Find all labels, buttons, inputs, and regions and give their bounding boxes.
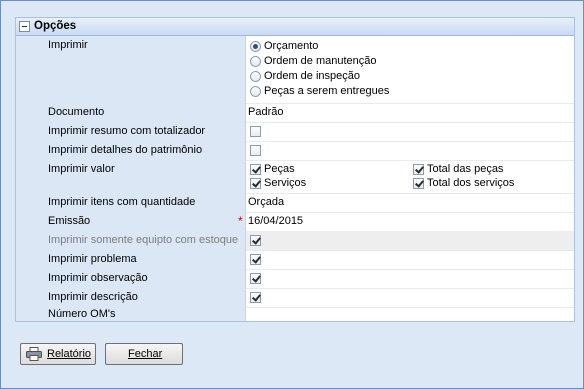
group-title: Opções	[34, 20, 77, 32]
relatorio-button-label: Relatório	[47, 348, 92, 360]
checkbox-resumo[interactable]	[250, 126, 261, 137]
label-itens: Imprimir itens com quantidade	[48, 196, 196, 208]
row-numero-om: Número OM's	[16, 307, 574, 321]
label-emissao: Emissão	[48, 215, 91, 227]
row-imprimir: Imprimir Orçamento Ordem de manutenção O…	[16, 36, 574, 104]
emissao-value: 16/04/2015	[248, 215, 304, 227]
checkbox-detalhes[interactable]	[250, 145, 261, 156]
options-group-header: Opções	[16, 18, 574, 36]
fechar-button[interactable]: Fechar	[105, 343, 183, 365]
radio-ordem-inspecao-label: Ordem de inspeção	[264, 70, 360, 82]
row-estoque: Imprimir somente equipto com estoque	[16, 231, 574, 251]
checkbox-total-pecas[interactable]	[413, 164, 424, 175]
row-documento: Documento Padrão	[16, 103, 574, 123]
checkbox-observacao[interactable]	[250, 273, 261, 284]
label-problema: Imprimir problema	[48, 253, 137, 265]
row-problema: Imprimir problema	[16, 250, 574, 270]
documento-field[interactable]: Padrão	[246, 103, 574, 122]
label-valor: Imprimir valor	[48, 163, 115, 175]
row-valor: Imprimir valor Peças Total das peças Ser…	[16, 160, 574, 194]
radio-ordem-inspecao[interactable]	[250, 71, 261, 82]
radio-ordem-manutencao[interactable]	[250, 56, 261, 67]
fechar-button-label: Fechar	[128, 348, 163, 360]
printer-icon	[26, 347, 42, 361]
radio-pecas-entregues-label: Peças a serem entregues	[264, 85, 390, 97]
label-resumo: Imprimir resumo com totalizador	[48, 125, 206, 137]
label-documento: Documento	[48, 106, 105, 118]
checkbox-pecas[interactable]	[250, 164, 261, 175]
row-emissao: Emissão * 16/04/2015	[16, 212, 574, 232]
checkbox-servicos-label: Serviços	[264, 177, 307, 189]
checkbox-problema[interactable]	[250, 254, 261, 265]
emissao-field[interactable]: * 16/04/2015	[238, 212, 574, 231]
radio-orcamento-label: Orçamento	[264, 40, 319, 52]
collapse-icon[interactable]	[19, 21, 30, 32]
checkbox-servicos[interactable]	[250, 178, 261, 189]
radio-ordem-manutencao-label: Ordem de manutenção	[264, 55, 377, 67]
radio-pecas-entregues[interactable]	[250, 86, 261, 97]
label-numero-om: Número OM's	[48, 308, 116, 320]
label-estoque: Imprimir somente equipto com estoque	[48, 234, 239, 246]
options-panel: Opções Imprimir Orçamento Ordem de manut…	[15, 17, 575, 322]
row-resumo: Imprimir resumo com totalizador	[16, 122, 574, 142]
radio-orcamento[interactable]	[250, 41, 261, 52]
checkbox-total-servicos[interactable]	[413, 178, 424, 189]
row-detalhes: Imprimir detalhes do patrimônio	[16, 141, 574, 161]
checkbox-pecas-label: Peças	[264, 163, 295, 175]
label-detalhes: Imprimir detalhes do patrimônio	[48, 144, 203, 156]
label-observacao: Imprimir observação	[48, 272, 148, 284]
checkbox-total-servicos-label: Total dos serviços	[427, 177, 515, 189]
label-descricao: Imprimir descrição	[48, 291, 138, 303]
itens-field[interactable]: Orçada	[246, 193, 574, 212]
documento-value: Padrão	[248, 106, 284, 118]
checkbox-total-pecas-label: Total das peças	[427, 163, 504, 175]
report-options-window: Opções Imprimir Orçamento Ordem de manut…	[0, 0, 584, 389]
row-itens: Imprimir itens com quantidade Orçada	[16, 193, 574, 213]
itens-value: Orçada	[248, 196, 285, 208]
numero-om-field[interactable]	[246, 307, 574, 321]
required-marker: *	[238, 214, 243, 228]
row-observacao: Imprimir observação	[16, 269, 574, 289]
relatorio-button[interactable]: Relatório	[20, 343, 96, 365]
row-descricao: Imprimir descrição	[16, 288, 574, 308]
checkbox-descricao[interactable]	[250, 292, 261, 303]
label-imprimir: Imprimir	[48, 39, 88, 51]
checkbox-estoque	[250, 235, 261, 246]
